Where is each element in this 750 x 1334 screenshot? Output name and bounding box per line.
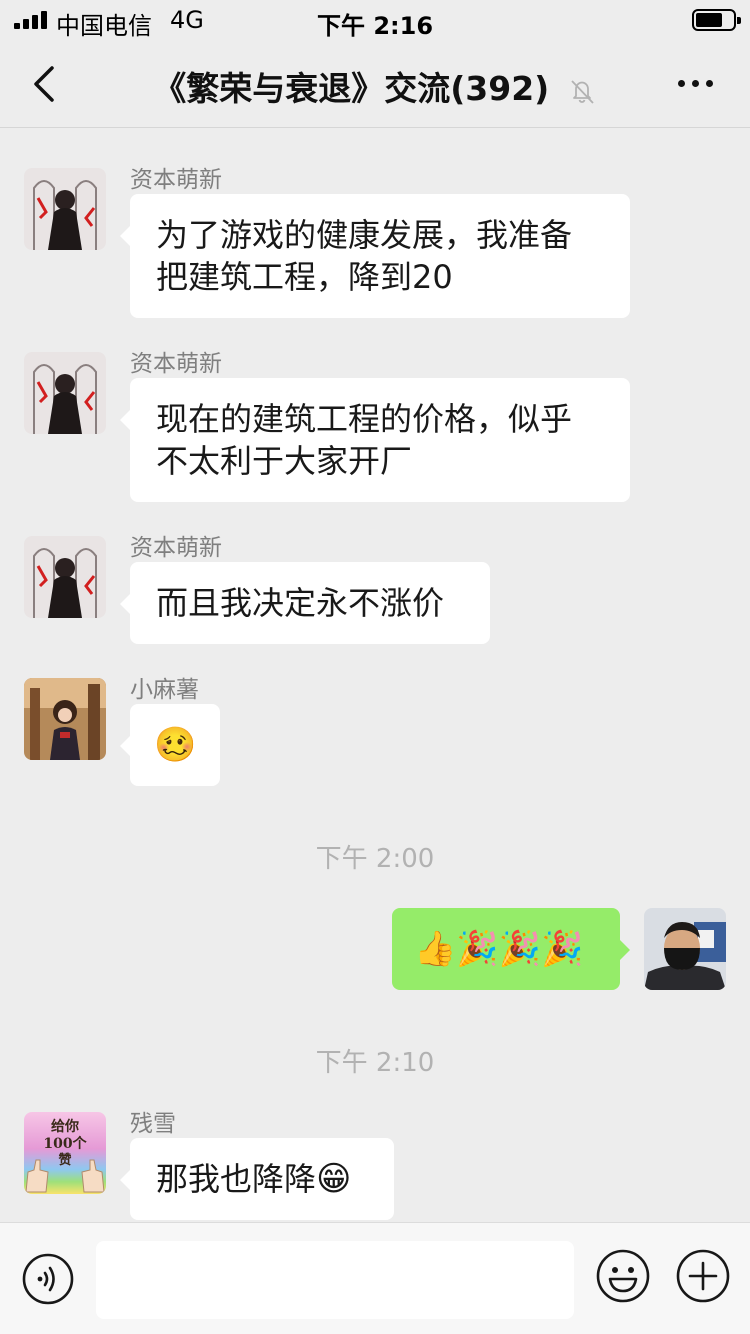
sender-name: 资本萌新 — [130, 167, 222, 193]
message-line: 不太利于大家开厂 — [156, 442, 413, 480]
battery-icon — [692, 9, 741, 31]
message-bubble[interactable]: 为了游戏的健康发展，我准备 把建筑工程，降到20 — [120, 194, 630, 318]
sender-name: 小麻薯 — [130, 677, 199, 703]
message-text: 那我也降降 — [156, 1160, 317, 1198]
timestamp: 下午 2:10 — [315, 1048, 435, 1078]
chat-title: 《繁荣与衰退》交流(392) — [0, 62, 750, 110]
avatar[interactable]: 给你 100个 赞 — [24, 1112, 106, 1194]
ellipsis-icon — [678, 80, 685, 87]
voice-icon — [22, 1253, 74, 1305]
smiley-icon — [596, 1249, 650, 1303]
emoji: 🎉 — [498, 929, 542, 969]
message-bubble[interactable]: 🥴 — [120, 704, 220, 786]
avatar[interactable] — [24, 352, 106, 434]
input-bar — [0, 1222, 750, 1334]
sender-name: 残雪 — [130, 1111, 176, 1137]
plus-button[interactable] — [676, 1249, 730, 1303]
status-time: 下午 2:16 — [316, 12, 434, 40]
avatar-image — [24, 352, 106, 434]
avatar-image — [24, 168, 106, 250]
voice-button[interactable] — [22, 1253, 74, 1305]
message-bubble[interactable]: 现在的建筑工程的价格，似乎 不太利于大家开厂 — [120, 378, 630, 502]
emoji: 🎉 — [541, 929, 584, 969]
message-bubble[interactable]: 那我也降降😁 — [120, 1138, 394, 1220]
message-line: 为了游戏的健康发展，我准备 — [156, 216, 573, 254]
avatar-image — [24, 536, 106, 618]
message-line: 把建筑工程，降到20 — [156, 258, 453, 296]
avatar-image — [24, 678, 106, 760]
message-bubble[interactable]: 而且我决定永不涨价 — [120, 562, 490, 644]
emoji-button[interactable] — [596, 1249, 650, 1303]
my-avatar[interactable] — [644, 908, 726, 990]
sender-name: 资本萌新 — [130, 351, 222, 377]
avatar-text: 赞 — [57, 1152, 71, 1168]
avatar-text: 100个 — [43, 1135, 87, 1152]
message-input[interactable] — [96, 1241, 574, 1319]
message-line: 而且我决定永不涨价 — [156, 584, 445, 622]
message-bubble-self[interactable]: 👍🎉🎉🎉 — [392, 908, 630, 990]
avatar[interactable] — [24, 536, 106, 618]
emoji: 😁 — [316, 1159, 352, 1199]
avatar-image — [644, 908, 726, 990]
emoji: 🥴 — [154, 725, 197, 765]
status-bar: 中国电信 4G 下午 2:16 — [0, 0, 750, 40]
timestamp: 下午 2:00 — [315, 844, 435, 874]
avatar-image: 给你 100个 赞 — [24, 1112, 106, 1194]
emoji: 🎉 — [456, 929, 499, 969]
more-button[interactable] — [676, 72, 716, 96]
plus-icon — [676, 1249, 730, 1303]
chat-header: 《繁荣与衰退》交流(392) — [0, 40, 750, 128]
message-line: 现在的建筑工程的价格，似乎 — [156, 400, 573, 438]
chat-title-text: 《繁荣与衰退》交流(392) — [153, 69, 550, 108]
emoji: 👍 — [414, 929, 457, 969]
sender-name: 资本萌新 — [130, 535, 222, 561]
avatar[interactable] — [24, 168, 106, 250]
avatar[interactable] — [24, 678, 106, 760]
avatar-text: 给你 — [51, 1118, 79, 1135]
bell-off-icon — [571, 79, 594, 104]
